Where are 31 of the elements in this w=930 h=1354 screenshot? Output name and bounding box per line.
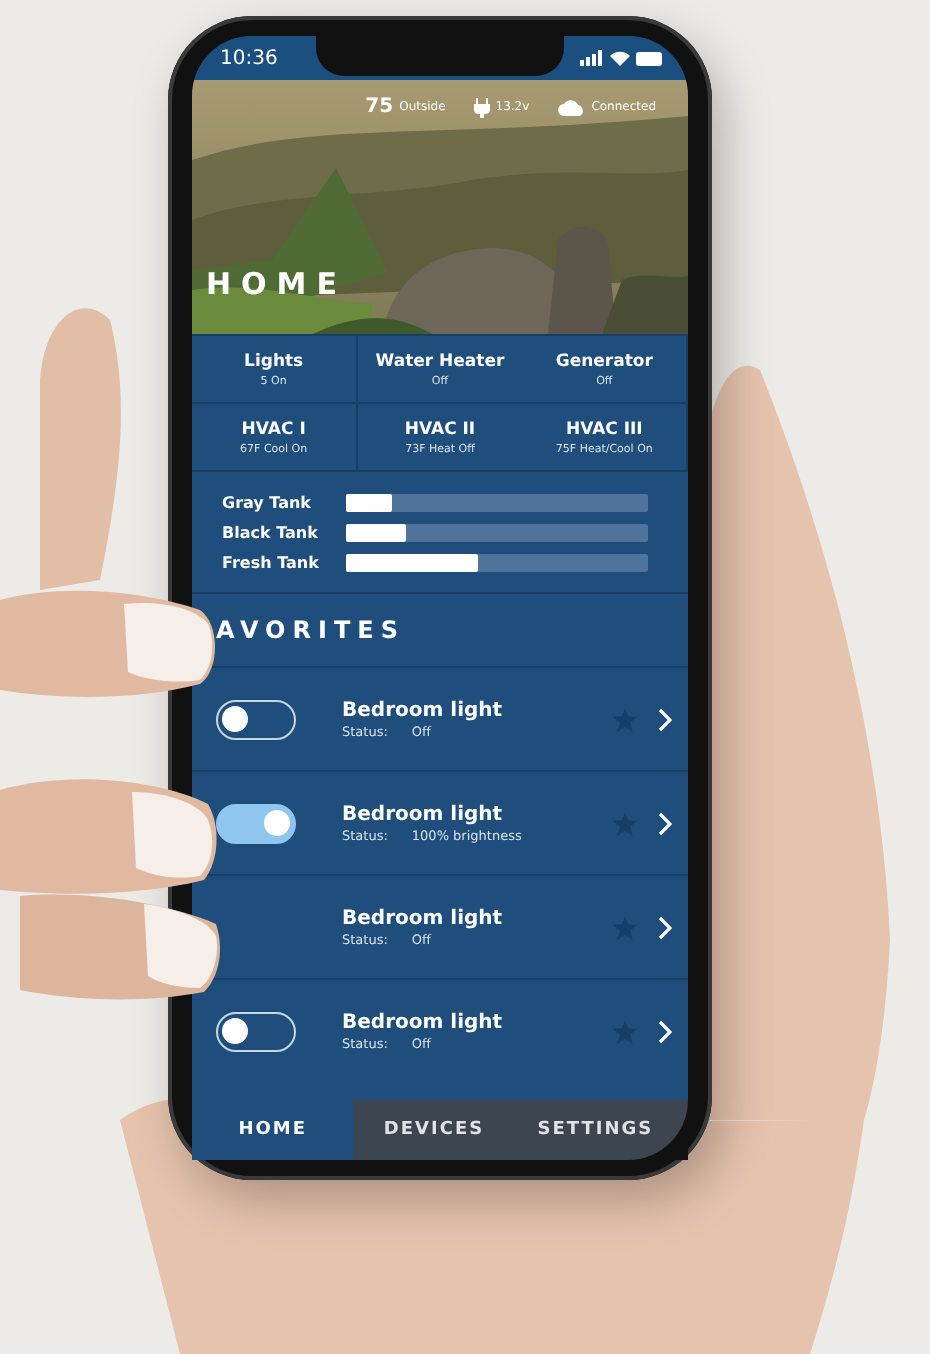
cloud-icon [557,99,586,115]
toggle-switch[interactable] [216,699,296,739]
chevron-right-icon[interactable] [658,1019,672,1043]
nav-tab[interactable]: HOME [192,1100,354,1160]
system-name: Generator [555,351,653,371]
device-name: Bedroom light [342,907,505,929]
toggle-switch[interactable] [216,1011,296,1051]
chevron-right-icon[interactable] [658,915,672,939]
system-name: Water Heater [375,351,505,371]
section-title: AVORITES [214,614,407,648]
device-name: Bedroom light [342,803,505,825]
signal-icon [580,50,604,66]
system-name: Lights [244,351,304,371]
toggle-switch[interactable] [216,803,296,843]
page-title: HOME [206,266,347,302]
tank-name: Fresh Tank [222,554,321,572]
chevron-right-icon[interactable] [658,707,672,731]
temperature-value: 75 [365,96,394,118]
battery-icon [636,51,664,65]
chevron-right-icon[interactable] [658,811,672,835]
plug-icon [473,97,490,117]
device-name: Bedroom light [342,699,505,721]
system-name: HVAC II [404,419,476,439]
device-name: Bedroom light [342,1011,505,1033]
system-name: HVAC III [565,419,643,439]
system-name: HVAC I [241,419,306,439]
tank-name: Gray Tank [222,494,314,512]
wifi-icon [610,50,630,66]
tank-name: Black Tank [222,524,320,542]
time-text: 10:36 [220,47,278,69]
nav-tab[interactable]: DEVICES [353,1100,515,1160]
